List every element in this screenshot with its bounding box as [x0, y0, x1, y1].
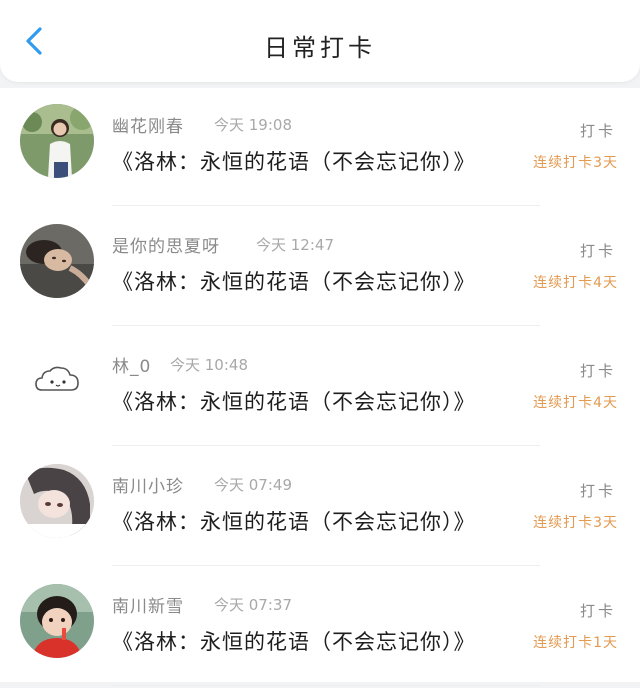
streak-badge: 连续打卡3天	[533, 155, 618, 171]
book-title[interactable]: 《洛林：永恒的花语（不会忘记你）》	[112, 506, 476, 536]
username[interactable]: 南川新雪	[112, 592, 184, 617]
book-title[interactable]: 《洛林：永恒的花语（不会忘记你）》	[112, 146, 476, 176]
list-item[interactable]: 南川小珍 今天 07:49 打卡 《洛林：永恒的花语（不会忘记你）》 连续打卡3…	[0, 448, 640, 568]
checkin-time: 今天 12:47	[256, 236, 334, 254]
divider	[112, 565, 540, 566]
list-item[interactable]: 幽花刚春 今天 19:08 打卡 《洛林：永恒的花语（不会忘记你）》 连续打卡3…	[0, 88, 640, 208]
checkin-label: 打卡	[579, 362, 616, 380]
checkin-label: 打卡	[579, 242, 616, 260]
checkin-time: 今天 07:37	[214, 596, 292, 614]
avatar[interactable]	[20, 224, 94, 298]
book-title[interactable]: 《洛林：永恒的花语（不会忘记你）》	[112, 626, 476, 656]
streak-badge: 连续打卡4天	[533, 275, 618, 291]
streak-badge: 连续打卡4天	[533, 395, 618, 411]
list-item[interactable]: 是你的思夏呀 今天 12:47 打卡 《洛林：永恒的花语（不会忘记你）》 连续打…	[0, 208, 640, 328]
avatar-girl-white-shirt-image	[20, 104, 94, 178]
checkin-label: 打卡	[579, 482, 616, 500]
checkin-label: 打卡	[579, 602, 616, 620]
list-item[interactable]: 南川新雪 今天 07:37 打卡 《洛林：永恒的花语（不会忘记你）》 连续打卡1…	[0, 568, 640, 688]
username[interactable]: 林_0	[112, 352, 151, 377]
book-title[interactable]: 《洛林：永恒的花语（不会忘记你）》	[112, 386, 476, 416]
top-bar: 日常打卡	[0, 0, 640, 82]
username[interactable]: 南川小珍	[112, 472, 184, 497]
avatar[interactable]	[20, 464, 94, 538]
username[interactable]: 是你的思夏呀	[112, 232, 220, 257]
divider	[112, 685, 540, 686]
list-item[interactable]: 林_0 今天 10:48 打卡 《洛林：永恒的花语（不会忘记你）》 连续打卡4天	[0, 328, 640, 448]
checkin-time: 今天 10:48	[170, 356, 248, 374]
checkin-list: 幽花刚春 今天 19:08 打卡 《洛林：永恒的花语（不会忘记你）》 连续打卡3…	[0, 88, 640, 686]
divider	[112, 325, 540, 326]
book-title[interactable]: 《洛林：永恒的花语（不会忘记你）》	[112, 266, 476, 296]
divider	[112, 445, 540, 446]
divider	[112, 205, 540, 206]
cloud-icon	[20, 344, 94, 418]
avatar-child-red-image	[20, 584, 94, 658]
avatar[interactable]	[20, 344, 94, 418]
checkin-time: 今天 19:08	[214, 116, 292, 134]
avatar[interactable]	[20, 584, 94, 658]
username[interactable]: 幽花刚春	[112, 112, 184, 137]
checkin-label: 打卡	[579, 122, 616, 140]
checkin-time: 今天 07:49	[214, 476, 292, 494]
avatar-anime-girl-image	[20, 464, 94, 538]
avatar[interactable]	[20, 104, 94, 178]
streak-badge: 连续打卡1天	[533, 635, 618, 651]
streak-badge: 连续打卡3天	[533, 515, 618, 531]
page-title: 日常打卡	[264, 34, 376, 62]
avatar-girl-lying-image	[20, 224, 94, 298]
